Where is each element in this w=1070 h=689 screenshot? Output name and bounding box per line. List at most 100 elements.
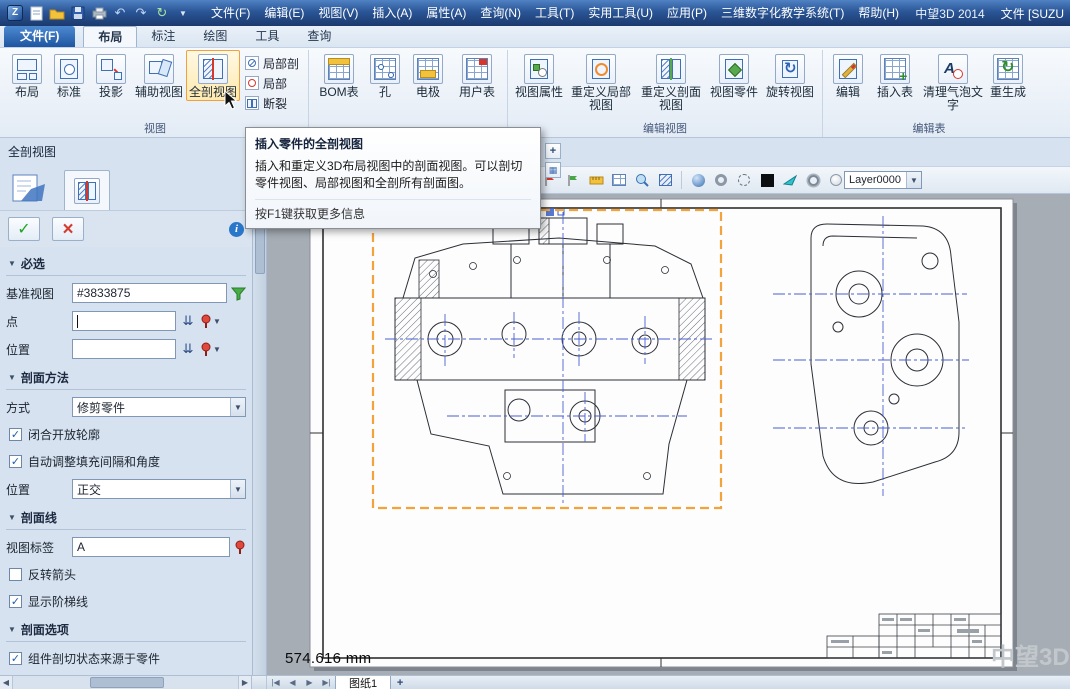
- menu-view[interactable]: 视图(V): [311, 3, 365, 23]
- color-zoom-icon[interactable]: [632, 170, 652, 190]
- cyan-arrow-icon[interactable]: [780, 170, 800, 190]
- component-state-checkbox[interactable]: ✓: [9, 652, 22, 665]
- assembly-3d-icon[interactable]: [6, 166, 50, 210]
- app-logo-icon[interactable]: Z: [6, 4, 24, 22]
- tab-layout[interactable]: 布局: [83, 26, 137, 47]
- sheet-tab[interactable]: 图纸1: [335, 676, 391, 689]
- dotted-circle-icon[interactable]: [734, 170, 754, 190]
- layer-dropdown[interactable]: Layer0000 ▼: [844, 171, 922, 189]
- flip-arrow-checkbox[interactable]: [9, 568, 22, 581]
- ring-icon[interactable]: [711, 170, 731, 190]
- grid-icon[interactable]: [609, 170, 629, 190]
- menu-help[interactable]: 帮助(H): [851, 3, 906, 23]
- section-hatch[interactable]: ▼ 剖面线: [6, 503, 246, 530]
- pick-point-button[interactable]: ▼: [200, 314, 221, 329]
- tab-full-section-view[interactable]: [64, 170, 110, 210]
- scroll-right-icon[interactable]: ▶: [238, 676, 251, 689]
- scroll-left-icon[interactable]: ◀: [0, 676, 13, 689]
- rotate-view-button[interactable]: ↻ 旋转视图: [762, 50, 818, 101]
- regen-icon[interactable]: ↻: [153, 4, 171, 22]
- new-file-icon[interactable]: [27, 4, 45, 22]
- redefine-detail-view-button[interactable]: 重定义局部视图: [566, 50, 636, 114]
- show-step-checkbox[interactable]: ✓: [9, 595, 22, 608]
- tab-tools[interactable]: 工具: [241, 26, 293, 47]
- view-attributes-button[interactable]: 视图属性: [512, 50, 566, 101]
- point-input[interactable]: [72, 311, 176, 331]
- cancel-button[interactable]: ×: [52, 217, 84, 241]
- info-icon[interactable]: i: [229, 222, 244, 237]
- filter-icon[interactable]: [231, 286, 246, 301]
- menu-edit[interactable]: 编辑(E): [257, 3, 311, 23]
- auto-adjust-checkbox[interactable]: ✓: [9, 455, 22, 468]
- scrollbar-track[interactable]: [13, 676, 238, 689]
- location-input[interactable]: [72, 339, 176, 359]
- view-tag-input[interactable]: A: [72, 537, 230, 557]
- menu-applications[interactable]: 应用(P): [660, 3, 714, 23]
- method-select[interactable]: 修剪零件▼: [72, 397, 246, 417]
- full-section-view-button[interactable]: 全剖视图: [186, 50, 240, 101]
- base-view-input[interactable]: #3833875: [72, 283, 227, 303]
- file-menu-button[interactable]: 文件(F): [4, 26, 75, 47]
- ruler-icon[interactable]: [586, 170, 606, 190]
- pick-location-button[interactable]: ▼: [200, 342, 221, 357]
- hole-table-button[interactable]: 孔: [365, 50, 405, 101]
- add-view-icon[interactable]: ▦: [545, 162, 561, 178]
- scrollbar-thumb[interactable]: [90, 677, 164, 688]
- black-swatch-icon[interactable]: [757, 170, 777, 190]
- menu-utilities[interactable]: 实用工具(U): [581, 3, 660, 23]
- local-section-button[interactable]: 局部剖: [242, 54, 302, 72]
- layout-button[interactable]: 布局: [6, 50, 48, 101]
- double-down-arrow-icon[interactable]: ⇊: [180, 313, 196, 329]
- section-required[interactable]: ▼ 必选: [6, 249, 246, 276]
- section-options[interactable]: ▼ 剖面选项: [6, 615, 246, 642]
- broken-view-button[interactable]: 断裂: [242, 94, 302, 112]
- detail-view-button[interactable]: 局部: [242, 74, 302, 92]
- first-sheet-icon[interactable]: |◀: [267, 676, 284, 689]
- sphere-icon[interactable]: [688, 170, 708, 190]
- view-part-button[interactable]: 视图零件: [706, 50, 762, 101]
- add-toolbar-icon[interactable]: +: [545, 143, 561, 159]
- red-pin-icon[interactable]: [234, 540, 246, 555]
- menu-insert[interactable]: 插入(A): [365, 3, 419, 23]
- section-method[interactable]: ▼ 剖面方法: [6, 363, 246, 390]
- menu-teaching-system[interactable]: 三维数字化教学系统(T): [714, 3, 851, 23]
- menu-file[interactable]: 文件(F): [204, 3, 257, 23]
- auxiliary-view-button[interactable]: 辅助视图: [132, 50, 186, 101]
- next-sheet-icon[interactable]: ▶: [301, 676, 318, 689]
- ok-button[interactable]: ✓: [8, 217, 40, 241]
- edit-button[interactable]: 编辑: [827, 50, 869, 101]
- user-table-button[interactable]: 用户表: [451, 50, 503, 101]
- redo-icon[interactable]: ↷: [132, 4, 150, 22]
- electrode-table-button[interactable]: 电极: [405, 50, 451, 101]
- insert-table-button[interactable]: + 插入表: [869, 50, 921, 101]
- layer-bulb-icon[interactable]: [830, 174, 842, 186]
- add-sheet-button[interactable]: +: [391, 676, 409, 689]
- redefine-section-view-button[interactable]: 重定义剖面视图: [636, 50, 706, 114]
- undo-icon[interactable]: ↶: [111, 4, 129, 22]
- menu-tools[interactable]: 工具(T): [528, 3, 581, 23]
- tab-draw[interactable]: 绘图: [189, 26, 241, 47]
- save-icon[interactable]: [69, 4, 87, 22]
- prev-sheet-icon[interactable]: ◀: [284, 676, 301, 689]
- gear-icon[interactable]: [803, 170, 823, 190]
- menu-inquire[interactable]: 查询(N): [473, 3, 528, 23]
- tab-annotate[interactable]: 标注: [137, 26, 189, 47]
- last-sheet-icon[interactable]: ▶|: [318, 676, 335, 689]
- projection-button[interactable]: 投影: [90, 50, 132, 101]
- open-folder-icon[interactable]: [48, 4, 66, 22]
- tab-inquire[interactable]: 查询: [293, 26, 345, 47]
- regenerate-button[interactable]: ↻ 重生成: [985, 50, 1031, 101]
- standard-view-button[interactable]: 标准: [48, 50, 90, 101]
- green-flag-icon[interactable]: [563, 170, 583, 190]
- qat-dropdown-icon[interactable]: ▼: [174, 4, 192, 22]
- print-icon[interactable]: [90, 4, 108, 22]
- closed-profile-checkbox[interactable]: ✓: [9, 428, 22, 441]
- orientation-select[interactable]: 正交▼: [72, 479, 246, 499]
- drawing-canvas[interactable]: 中望3D: [267, 194, 1070, 675]
- panel-horizontal-scrollbar[interactable]: ◀ ▶: [0, 676, 252, 689]
- double-down-arrow-icon[interactable]: ⇊: [180, 341, 196, 357]
- clean-balloon-text-button[interactable]: A 清理气泡文字: [921, 50, 985, 114]
- hatch-swatch-icon[interactable]: [655, 170, 675, 190]
- bom-table-button[interactable]: BOM表: [313, 50, 365, 101]
- menu-attributes[interactable]: 属性(A): [419, 3, 473, 23]
